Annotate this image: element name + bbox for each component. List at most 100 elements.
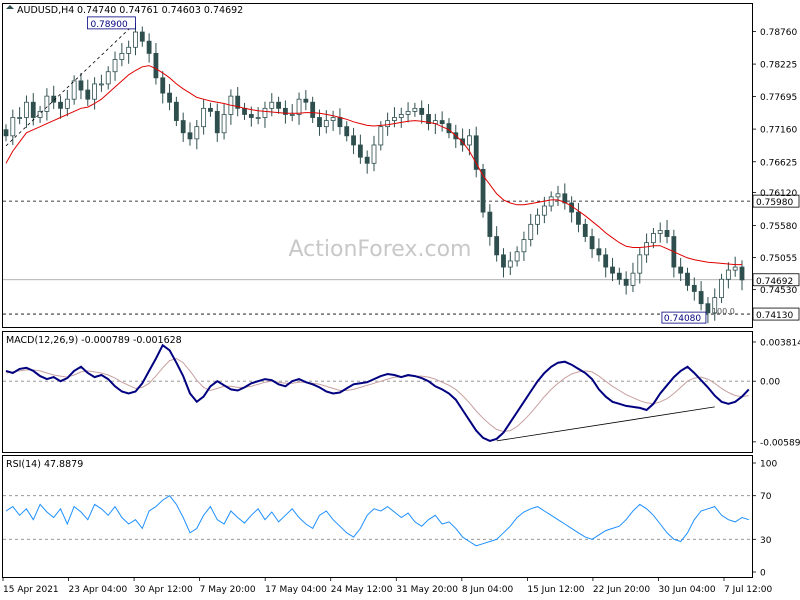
candle-body <box>651 233 656 244</box>
candle-body <box>630 272 636 286</box>
chart-canvas: ActionForex.com 0.78900 0.74080 100.0 0.75… <box>0 0 800 600</box>
candle-body <box>467 135 472 146</box>
macd-axis-tick-label: 0.00 <box>760 378 780 388</box>
candle-body <box>439 120 445 125</box>
candle-body <box>248 114 254 118</box>
candle-body <box>541 205 547 216</box>
price-axis-tick-label: 0.76120 <box>760 189 797 199</box>
candle-body <box>698 291 704 305</box>
header-symbol: AUDUSD,H4 <box>17 5 74 16</box>
price-axis-tick-label: 0.75580 <box>760 222 797 232</box>
candle-body <box>616 272 622 280</box>
candle-body <box>521 239 527 253</box>
candle-body <box>596 248 602 256</box>
time-axis-tick-label: 22 Jun 20:00 <box>593 585 650 595</box>
chart-background <box>0 0 800 600</box>
price-level-tag: 0.74130 <box>752 307 800 321</box>
candle-body <box>296 98 302 115</box>
time-axis-tick-label: 24 May 12:00 <box>331 585 393 595</box>
candle-body <box>160 77 166 94</box>
candle-body <box>133 31 138 48</box>
time-axis-tick-label: 23 Apr 04:00 <box>69 585 128 595</box>
candle-body <box>357 144 363 158</box>
candle-body <box>576 211 581 225</box>
header: AUDUSD,H4 0.74740 0.74761 0.74603 0.7469… <box>6 5 243 16</box>
candle-body <box>385 120 391 128</box>
candle-body <box>555 193 561 198</box>
candle-body <box>623 278 629 286</box>
candle-body <box>153 53 159 79</box>
candle-body <box>610 266 615 274</box>
candle-body <box>535 214 540 225</box>
header-ohlc: 0.74740 0.74761 0.74603 0.74692 <box>77 5 243 16</box>
price-axis-tick-label: 0.76625 <box>760 158 797 168</box>
candle-body <box>303 98 309 103</box>
candle-body <box>214 110 220 134</box>
price-axis-tick-label: 0.77160 <box>760 126 797 136</box>
candle-body <box>725 269 731 280</box>
candle-body <box>71 80 77 100</box>
candle-body <box>582 223 588 237</box>
candle-body <box>17 117 23 119</box>
candle-body <box>685 272 690 286</box>
price-axis-tick-label: 0.74530 <box>760 286 797 296</box>
candle-body <box>419 107 425 115</box>
candle-body <box>337 117 343 128</box>
candle-body <box>262 107 268 118</box>
candle-body <box>344 126 350 137</box>
candle-body <box>528 223 534 240</box>
candle-body <box>146 40 152 54</box>
candle-body <box>378 126 384 146</box>
candle-body <box>398 114 404 118</box>
candle-body <box>3 129 9 137</box>
candle-body <box>514 251 520 262</box>
candle-body <box>678 266 684 274</box>
time-axis-tick-label: 17 May 04:00 <box>265 585 327 595</box>
candle-body <box>589 236 595 250</box>
candle-body <box>30 101 36 118</box>
candle-body <box>180 120 186 134</box>
rsi-axis-tick-label: 30 <box>760 536 772 546</box>
candle-body <box>119 53 125 60</box>
candle-body <box>105 71 111 85</box>
candle-body <box>92 83 97 100</box>
price-axis-tick-label: 0.75055 <box>760 254 797 264</box>
candle-body <box>44 95 50 112</box>
macd-axis-tick-label: -0.005895 <box>760 438 800 448</box>
candle-body <box>269 101 275 109</box>
price-axis-tick-label: 0.78225 <box>760 61 797 71</box>
macd-axis-tick-label: 0.003814 <box>760 338 800 348</box>
candle-body <box>494 236 500 256</box>
time-axis-tick-label: 30 Jun 04:00 <box>658 585 715 595</box>
candle-body <box>507 260 513 268</box>
candle-body <box>487 211 493 237</box>
candle-body <box>139 31 145 42</box>
candle-body <box>351 135 356 146</box>
low-marker-label: 0.74080 <box>664 314 701 324</box>
candle-body <box>691 284 697 292</box>
candle-body <box>289 114 295 116</box>
candle-body <box>201 107 207 128</box>
watermark: ActionForex.com <box>289 237 472 262</box>
time-axis-tick-label: 7 May 20:00 <box>200 585 256 595</box>
price-level-tag-label: 0.74130 <box>756 311 793 321</box>
price-level-tag: 0.74692 <box>752 273 800 287</box>
candle-body <box>310 101 316 118</box>
rsi-axis-tick-label: 0 <box>760 569 766 579</box>
time-axis-tick-label: 8 Jun 04:00 <box>462 585 514 595</box>
candle-body <box>24 101 29 118</box>
candle-body <box>276 101 281 109</box>
candle-body <box>501 254 506 268</box>
candle-body <box>330 117 336 121</box>
candle-body <box>371 144 377 164</box>
candle-body <box>112 59 118 73</box>
candle-body <box>173 101 179 121</box>
time-axis-tick-label: 15 Apr 2021 <box>3 585 59 595</box>
candle-body <box>739 266 745 281</box>
candle-body <box>221 114 227 134</box>
candle-body <box>364 156 370 164</box>
time-axis-tick-label: 15 Jun 12:00 <box>527 585 584 595</box>
candle-body <box>732 266 738 271</box>
candle-body <box>719 278 724 298</box>
candle-body <box>78 80 84 91</box>
